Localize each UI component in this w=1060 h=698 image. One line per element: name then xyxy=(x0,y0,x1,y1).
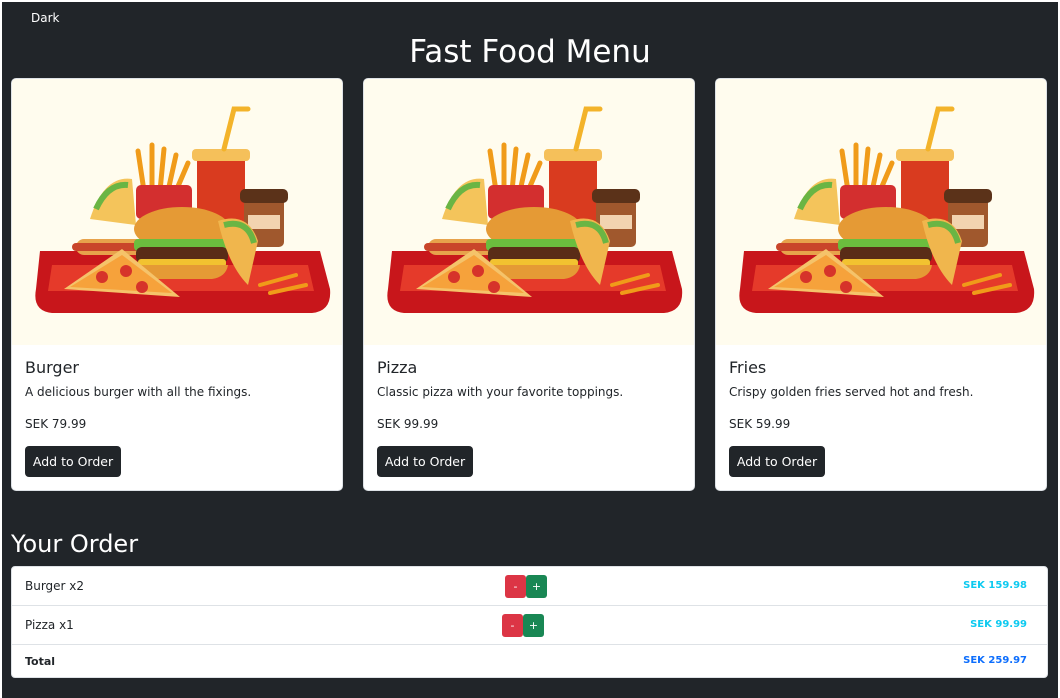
order-total-row: Total SEK 259.97 xyxy=(12,645,1047,677)
card-description: Crispy golden fries served hot and fresh… xyxy=(729,385,974,399)
order-item-label: Pizza x1 xyxy=(25,618,74,632)
total-value: SEK 259.97 xyxy=(963,655,1027,666)
fast-food-tray-icon xyxy=(739,106,1035,313)
order-title: Your Order xyxy=(11,530,139,558)
order-item-price: SEK 159.98 xyxy=(963,580,1027,591)
menu-card-pizza: Pizza Classic pizza with your favorite t… xyxy=(363,78,695,491)
card-description: Classic pizza with your favorite topping… xyxy=(377,385,624,399)
fast-food-tray-icon xyxy=(35,106,331,313)
add-to-order-button[interactable]: Add to Order xyxy=(729,446,825,477)
fast-food-tray-icon xyxy=(387,106,683,313)
increase-quantity-button[interactable]: + xyxy=(526,575,547,598)
card-title: Pizza xyxy=(377,358,418,377)
decrease-quantity-button[interactable]: - xyxy=(505,575,526,598)
total-label: Total xyxy=(25,655,56,668)
page-title: Fast Food Menu xyxy=(409,34,651,70)
increase-quantity-button[interactable]: + xyxy=(523,614,544,637)
theme-toggle-button[interactable]: Dark xyxy=(31,11,59,25)
menu-cards: Burger A delicious burger with all the f… xyxy=(11,78,1048,492)
add-to-order-button[interactable]: Add to Order xyxy=(377,446,473,477)
food-image xyxy=(716,79,1046,345)
card-price: SEK 59.99 xyxy=(729,417,791,431)
card-body: Pizza Classic pizza with your favorite t… xyxy=(364,345,694,490)
order-row-pizza: Pizza x1 - + SEK 99.99 xyxy=(12,606,1047,645)
food-image xyxy=(12,79,342,345)
menu-card-burger: Burger A delicious burger with all the f… xyxy=(11,78,343,491)
food-image xyxy=(364,79,694,345)
card-price: SEK 99.99 xyxy=(377,417,439,431)
order-item-label: Burger x2 xyxy=(25,579,85,593)
decrease-quantity-button[interactable]: - xyxy=(502,614,523,637)
card-title: Burger xyxy=(25,358,79,377)
order-list: Burger x2 - + SEK 159.98 Pizza x1 - + SE… xyxy=(11,566,1048,678)
add-to-order-button[interactable]: Add to Order xyxy=(25,446,121,477)
card-description: A delicious burger with all the fixings. xyxy=(25,385,252,399)
card-title: Fries xyxy=(729,358,767,377)
card-price: SEK 79.99 xyxy=(25,417,87,431)
menu-card-fries: Fries Crispy golden fries served hot and… xyxy=(715,78,1047,491)
order-item-price: SEK 99.99 xyxy=(970,619,1027,630)
card-body: Fries Crispy golden fries served hot and… xyxy=(716,345,1046,490)
card-body: Burger A delicious burger with all the f… xyxy=(12,345,342,490)
order-row-burger: Burger x2 - + SEK 159.98 xyxy=(12,567,1047,606)
